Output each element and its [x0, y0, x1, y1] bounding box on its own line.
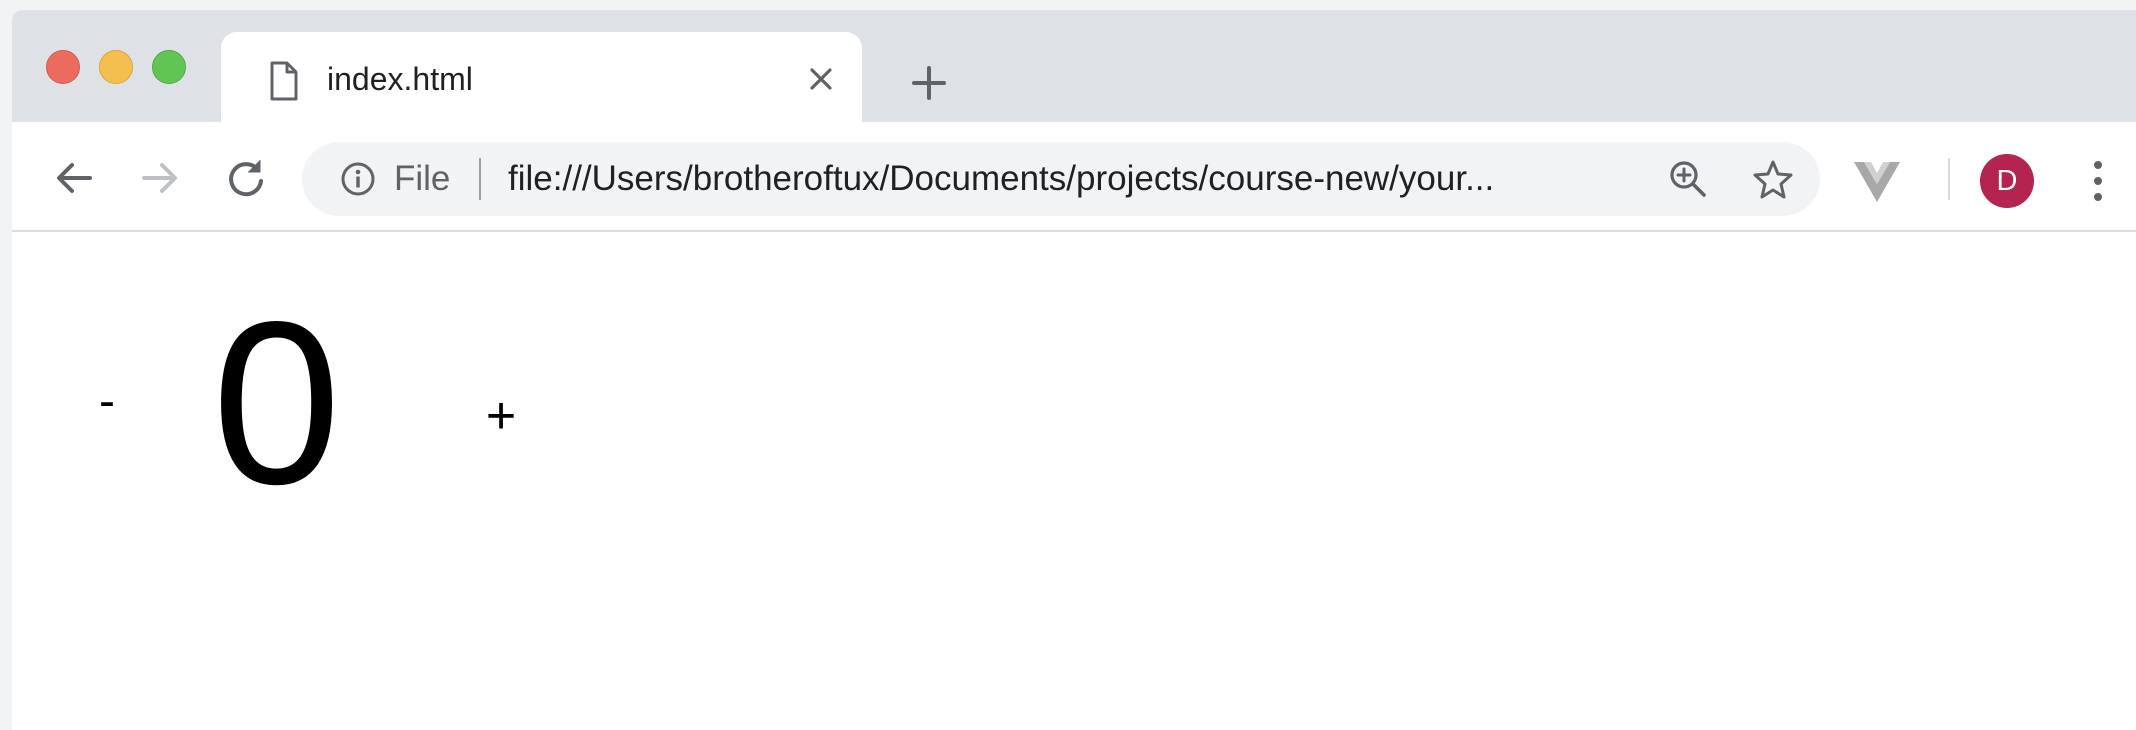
reload-button[interactable]	[224, 156, 268, 200]
decrement-button[interactable]: -	[82, 378, 132, 426]
window-minimize-button[interactable]	[99, 50, 133, 84]
counter-value: 0	[212, 274, 342, 533]
tab-index-html[interactable]: index.html	[221, 32, 862, 124]
toolbar-divider	[1948, 158, 1950, 200]
increment-button[interactable]: +	[476, 390, 526, 442]
scheme-label: File	[394, 159, 451, 198]
address-separator	[479, 158, 481, 200]
info-icon[interactable]	[340, 161, 376, 197]
browser-toolbar: File file:///Users/brotheroftux/Document…	[12, 122, 2136, 232]
arrow-left-icon	[57, 163, 92, 193]
window-maximize-button[interactable]	[152, 50, 186, 84]
document-icon	[268, 61, 300, 101]
window-close-button[interactable]	[46, 50, 80, 84]
vue-devtools-icon[interactable]	[1854, 162, 1900, 202]
reload-icon	[229, 160, 263, 197]
tab-title: index.html	[327, 61, 473, 97]
address-bar[interactable]: File file:///Users/brotheroftux/Document…	[302, 142, 1820, 216]
close-icon[interactable]	[805, 63, 837, 95]
kebab-menu-icon[interactable]	[2086, 158, 2110, 204]
browser-window: index.html File file:///Users/brotheroft…	[12, 10, 2136, 730]
forward-button[interactable]	[138, 156, 182, 200]
page-content: - 0 +	[12, 232, 2136, 730]
avatar[interactable]: D	[1980, 154, 2034, 208]
new-tab-button[interactable]	[910, 64, 948, 102]
tab-strip: index.html	[12, 10, 2136, 124]
star-icon[interactable]	[1752, 158, 1794, 200]
back-button[interactable]	[52, 156, 96, 200]
plus-icon	[912, 66, 946, 100]
url-text[interactable]: file:///Users/brotheroftux/Documents/pro…	[508, 159, 1494, 199]
arrow-right-icon	[142, 163, 177, 193]
zoom-in-icon[interactable]	[1668, 159, 1708, 199]
